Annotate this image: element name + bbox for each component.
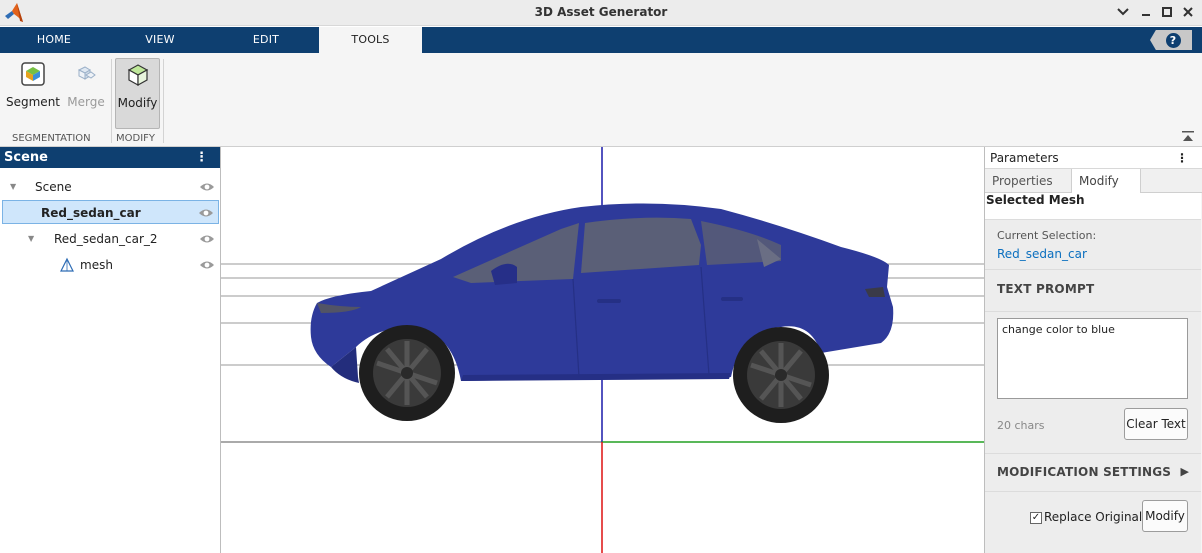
window-title: 3D Asset Generator xyxy=(534,5,668,19)
text-prompt-input[interactable]: change color to blue xyxy=(997,318,1188,399)
char-count: 20 chars xyxy=(997,419,1045,432)
tree-item-scene[interactable]: ▼ Scene xyxy=(0,175,221,199)
tree-item-red-sedan-car[interactable]: Red_sedan_car xyxy=(2,200,219,224)
front-wheel xyxy=(359,325,455,421)
selected-mesh-section: Current Selection: Red_sedan_car xyxy=(985,219,1201,269)
scene-menu-icon[interactable]: ⋮ xyxy=(195,147,208,168)
visibility-eye-icon[interactable] xyxy=(198,207,214,219)
maximize-icon[interactable] xyxy=(1159,4,1175,20)
parameters-tab-bar: Properties Modify xyxy=(985,169,1202,193)
tab-properties[interactable]: Properties xyxy=(985,169,1070,193)
help-button[interactable]: ? xyxy=(1150,30,1192,50)
expand-arrow-icon[interactable]: ▼ xyxy=(28,227,34,251)
modify-button[interactable]: Modify xyxy=(1142,500,1188,532)
parameters-header: Parameters ⋮ xyxy=(985,147,1202,169)
modify-footer-section: ✓ Replace Original Modify xyxy=(985,491,1201,553)
minimize-icon[interactable] xyxy=(1138,4,1154,20)
tree-item-label: mesh xyxy=(80,258,113,272)
tab-home[interactable]: HOME xyxy=(2,27,106,53)
modify-tab-content: Selected Mesh Current Selection: Red_sed… xyxy=(985,193,1201,553)
viewport-canvas[interactable] xyxy=(221,147,984,553)
current-selection-caption: Current Selection: xyxy=(997,229,1097,242)
group-separator xyxy=(163,59,164,143)
modification-settings-header: MODIFICATION SETTINGS xyxy=(997,465,1172,479)
mesh-icon xyxy=(60,257,74,272)
segment-label: Segment xyxy=(6,95,60,109)
modify-tool-button[interactable]: Modify xyxy=(115,58,160,129)
replace-original-checkbox[interactable]: ✓ xyxy=(1030,512,1042,524)
group-label-segmentation: SEGMENTATION xyxy=(12,133,91,144)
merge-button[interactable]: Merge xyxy=(64,58,108,130)
text-prompt-header-section: TEXT PROMPT xyxy=(985,269,1201,311)
close-icon[interactable] xyxy=(1180,4,1196,20)
tab-modify[interactable]: Modify xyxy=(1071,169,1141,193)
tree-item-label: Red_sedan_car xyxy=(41,206,141,220)
segment-icon xyxy=(21,62,45,86)
collapse-toolstrip-icon[interactable] xyxy=(1182,131,1194,143)
scene-panel-header: Scene ⋮ xyxy=(0,147,220,168)
segment-button[interactable]: Segment xyxy=(6,58,60,130)
replace-original-label: Replace Original xyxy=(1044,510,1143,524)
current-selection-link[interactable]: Red_sedan_car xyxy=(997,247,1087,261)
tab-edit[interactable]: EDIT xyxy=(214,27,318,53)
visibility-eye-icon[interactable] xyxy=(199,259,215,271)
title-bar: 3D Asset Generator xyxy=(0,0,1202,26)
rear-wheel xyxy=(733,327,829,423)
scene-panel: Scene ⋮ ▼ Scene Red_sedan_car ▼ Red_seda… xyxy=(0,147,221,553)
scene-panel-title: Scene xyxy=(4,150,48,165)
tab-view[interactable]: VIEW xyxy=(106,27,214,53)
merge-icon xyxy=(77,66,96,80)
merge-label: Merge xyxy=(67,95,105,109)
text-prompt-section: change color to blue 20 chars Clear Text xyxy=(985,311,1201,453)
expand-arrow-icon[interactable]: ▼ xyxy=(10,175,16,199)
tree-item-mesh[interactable]: mesh xyxy=(0,253,221,277)
parameters-panel: Parameters ⋮ Properties Modify Selected … xyxy=(984,147,1202,553)
group-separator xyxy=(111,59,112,143)
visibility-eye-icon[interactable] xyxy=(199,233,215,245)
modify-tool-label: Modify xyxy=(117,96,158,110)
tab-tools[interactable]: TOOLS xyxy=(319,27,422,53)
tree-item-label: Scene xyxy=(35,180,72,194)
modification-settings-section[interactable]: MODIFICATION SETTINGS ▶ xyxy=(985,453,1201,491)
help-icon: ? xyxy=(1165,32,1181,48)
parameters-menu-icon[interactable]: ⋮ xyxy=(1176,147,1188,169)
3d-viewport[interactable] xyxy=(221,147,984,553)
modify-cube-icon xyxy=(127,64,148,87)
text-prompt-header: TEXT PROMPT xyxy=(997,282,1095,296)
clear-text-button[interactable]: Clear Text xyxy=(1124,408,1188,440)
tree-item-red-sedan-car-2[interactable]: ▼ Red_sedan_car_2 xyxy=(0,227,221,251)
tree-item-label: Red_sedan_car_2 xyxy=(54,232,158,246)
toolstrip: Segment Merge SEGMENTATION Modify MODIFY xyxy=(0,53,1202,147)
group-label-modify: MODIFY xyxy=(116,133,156,144)
visibility-eye-icon[interactable] xyxy=(199,181,215,193)
chevron-down-icon[interactable] xyxy=(1115,4,1131,20)
ribbon-tab-bar: HOME VIEW EDIT TOOLS ? xyxy=(0,27,1202,53)
parameters-title: Parameters xyxy=(990,151,1059,165)
selected-mesh-title: Selected Mesh xyxy=(986,193,1085,207)
expand-arrow-icon[interactable]: ▶ xyxy=(1181,465,1189,478)
